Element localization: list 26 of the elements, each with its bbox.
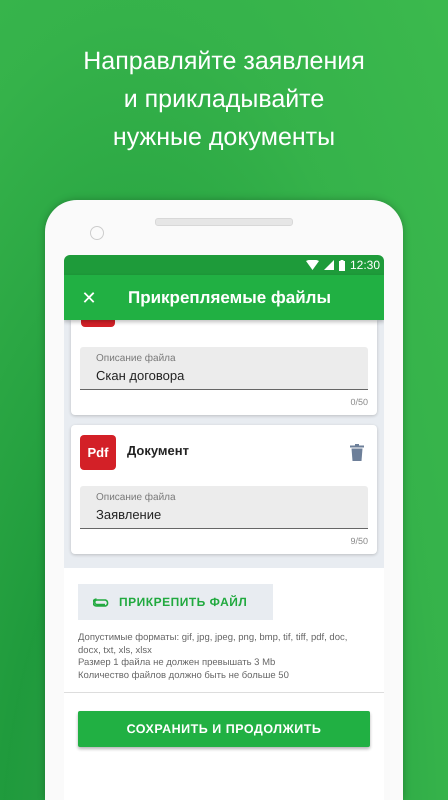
file-name: Документ	[127, 443, 190, 458]
character-counter: 0/50	[350, 397, 368, 407]
pdf-badge: Pdf	[80, 435, 116, 470]
app-bar-title: Прикрепляемые файлы	[128, 288, 331, 308]
character-counter: 9/50	[350, 536, 368, 546]
camera-icon	[90, 226, 104, 240]
format-hint: Размер 1 файла не должен превышать 3 Mb	[78, 657, 276, 670]
wifi-icon	[306, 260, 319, 270]
trash-icon[interactable]	[350, 444, 364, 461]
signal-icon	[324, 260, 334, 270]
attach-file-button[interactable]: ПРИКРЕПИТЬ ФАЙЛ	[78, 584, 273, 620]
field-label: Описание файла	[96, 353, 177, 364]
description-field[interactable]: Описание файла Скан договора	[80, 347, 368, 390]
battery-icon	[338, 260, 345, 270]
headline: Направляйте заявления и прикладывайте нужные документы	[83, 46, 365, 153]
field-label: Описание файла	[96, 492, 177, 503]
field-value: Скан договора	[96, 368, 186, 383]
format-hint: Количество файлов должно быть не больше 50	[78, 670, 290, 682]
format-hint: Допустимые форматы: gif, jpg, jpeg, png, bmp, tif, tiff, pdf, doc, docx, txt, xls, xlsx	[78, 632, 348, 657]
pdf-badge-icon	[81, 320, 115, 327]
description-field[interactable]: Описание файла Заявление	[80, 486, 368, 529]
field-value: Заявление	[96, 507, 162, 522]
paperclip-icon	[93, 598, 109, 606]
save-continue-button[interactable]: СОХРАНИТЬ И ПРОДОЛЖИТЬ	[78, 711, 370, 747]
close-button[interactable]: ✕	[64, 286, 114, 308]
status-time: 12:30	[350, 258, 380, 272]
